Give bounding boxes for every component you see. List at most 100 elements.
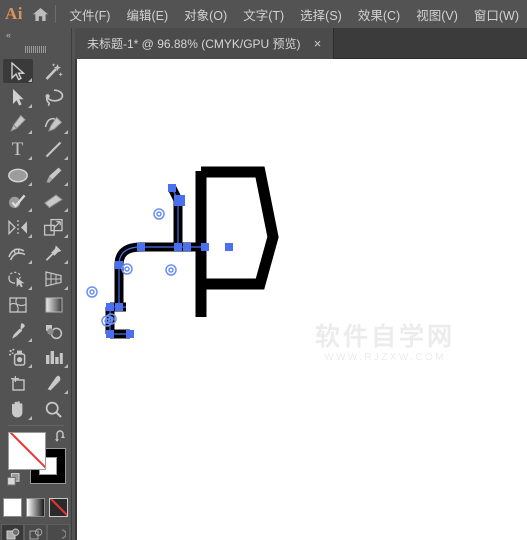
menu-object[interactable]: 对象(O) [176, 1, 235, 28]
draw-behind-button[interactable] [24, 524, 47, 540]
perspective-grid-icon [45, 271, 62, 287]
pen-icon [10, 114, 26, 132]
menu-effect[interactable]: 效果(C) [350, 1, 408, 28]
pushpin-icon [45, 244, 62, 261]
home-icon[interactable] [28, 7, 53, 22]
tools-panel: « T [0, 28, 72, 540]
hand-tool[interactable] [0, 396, 36, 422]
none-indicator [9, 433, 45, 469]
shape-builder-icon [8, 271, 25, 288]
gradient-tool[interactable] [36, 292, 72, 318]
lasso-tool[interactable] [36, 84, 72, 110]
none-slash-icon [50, 499, 67, 516]
menu-bar: Ai 文件(F) 编辑(E) 对象(O) 文字(T) 选择(S) 效果(C) 视… [0, 0, 527, 28]
symbol-sprayer-tool[interactable] [0, 344, 36, 370]
curvature-icon [44, 116, 62, 132]
eraser-tool[interactable] [36, 188, 72, 214]
watermark-en: WWW.RJZXW.COM [324, 352, 446, 363]
corner-widget [86, 286, 98, 298]
zoom-tool[interactable] [36, 396, 72, 422]
corner-widget [165, 264, 177, 276]
menu-view[interactable]: 视图(V) [408, 1, 466, 28]
type-t-icon: T [11, 138, 24, 160]
corner-widgets [86, 208, 177, 327]
document-tab-bar: 未标题-1* @ 96.88% (CMYK/GPU 预览) × [75, 28, 527, 59]
ellipse-icon [7, 168, 28, 182]
mesh-icon [8, 297, 27, 313]
ellipse-tool[interactable] [0, 162, 36, 188]
gradient-mode-button[interactable] [26, 498, 45, 517]
direct-selection-tool[interactable] [0, 84, 36, 110]
width-tool[interactable] [0, 240, 36, 266]
menu-type[interactable]: 文字(T) [235, 1, 292, 28]
pen-tool[interactable] [0, 110, 36, 136]
column-graph-tool[interactable] [36, 344, 72, 370]
draw-behind-icon [29, 527, 42, 539]
artwork-layer[interactable] [77, 59, 527, 540]
line-segment-tool[interactable] [36, 136, 72, 162]
draw-mode-row [0, 524, 71, 540]
close-icon[interactable]: × [311, 37, 325, 50]
anchor-point [137, 243, 145, 251]
rotate-tool[interactable] [0, 214, 36, 240]
artboard-icon [10, 375, 25, 391]
document-canvas[interactable]: 软件自学网 WWW.RJZXW.COM [75, 59, 527, 540]
artboard-tool[interactable] [0, 370, 36, 396]
draw-inside-icon [61, 528, 66, 539]
none-mode-button[interactable] [49, 498, 68, 517]
watermark-cn: 软件自学网 [315, 323, 456, 351]
slice-tool[interactable] [36, 370, 72, 396]
collapse-panel-button[interactable]: « [0, 28, 71, 42]
fill-swatch[interactable] [7, 432, 46, 470]
draw-normal-button[interactable] [1, 524, 24, 540]
anchor-points [106, 184, 233, 338]
blend-tool[interactable] [36, 318, 72, 344]
shaper-tool[interactable] [0, 188, 36, 214]
fill-stroke-controls [4, 430, 68, 492]
watermark: 软件自学网 WWW.RJZXW.COM [315, 323, 456, 364]
swap-fill-stroke-icon[interactable] [54, 430, 68, 446]
shape-builder-tool[interactable] [0, 266, 36, 292]
anchor-point [201, 243, 209, 251]
width-warp-icon [8, 247, 26, 260]
anchor-point [225, 243, 233, 251]
default-fill-stroke-icon[interactable] [6, 473, 20, 486]
draw-inside-button[interactable] [47, 524, 70, 540]
app-logo: Ai [4, 4, 23, 23]
panel-drag-handle[interactable] [0, 42, 71, 56]
magic-wand-icon [45, 62, 63, 80]
color-mode-row [0, 498, 71, 517]
line-icon [45, 141, 62, 157]
perspective-grid-tool[interactable] [36, 266, 72, 292]
bar-chart-icon [45, 351, 63, 364]
menu-edit[interactable]: 编辑(E) [118, 1, 176, 28]
scale-icon [43, 218, 63, 236]
menu-window[interactable]: 窗口(W) [466, 1, 527, 28]
eyedropper-tool[interactable] [0, 318, 36, 344]
anchor-point [168, 184, 176, 192]
reflect-icon [7, 219, 27, 235]
menu-file[interactable]: 文件(F) [62, 1, 119, 28]
anchor-point [126, 330, 134, 338]
selection-tool[interactable] [0, 58, 36, 84]
anchor-point [174, 243, 182, 251]
eraser-icon [44, 193, 63, 208]
arrow-cursor-icon [11, 61, 25, 80]
direct-arrow-icon [13, 88, 24, 105]
curvature-tool[interactable] [36, 110, 72, 136]
magic-wand-tool[interactable] [36, 58, 72, 84]
shaper-icon [9, 194, 26, 208]
color-mode-button[interactable] [3, 498, 22, 517]
symbol-sprayer-icon [8, 348, 25, 366]
paintbrush-tool[interactable] [36, 162, 72, 188]
mesh-tool[interactable] [0, 292, 36, 318]
anchor-point [106, 330, 114, 338]
document-tab[interactable]: 未标题-1* @ 96.88% (CMYK/GPU 预览) × [75, 28, 334, 59]
free-transform-tool[interactable] [36, 240, 72, 266]
draw-normal-icon [6, 527, 19, 539]
tools-divider [7, 425, 64, 426]
scale-tool[interactable] [36, 214, 72, 240]
menu-select[interactable]: 选择(S) [292, 1, 350, 28]
menu-item-list: 文件(F) 编辑(E) 对象(O) 文字(T) 选择(S) 效果(C) 视图(V… [62, 1, 527, 28]
type-tool[interactable]: T [0, 136, 36, 162]
